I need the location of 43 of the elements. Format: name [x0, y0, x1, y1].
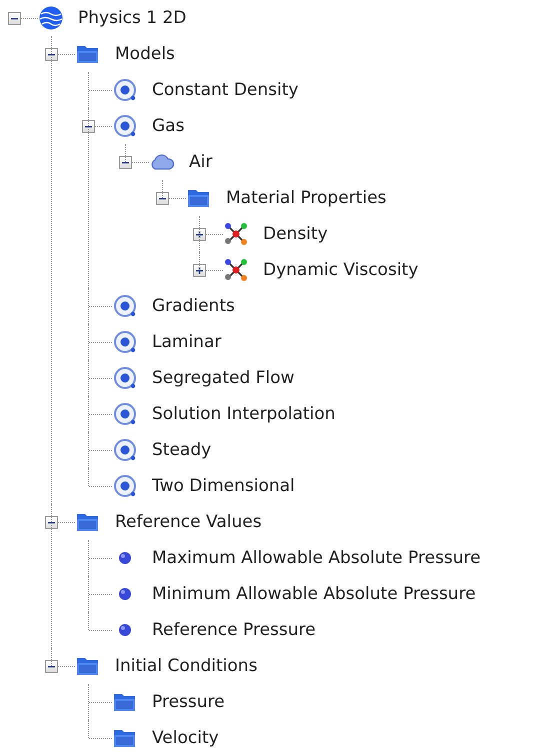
node-label[interactable]: Velocity: [152, 728, 219, 748]
expander-toggle[interactable]: [45, 660, 58, 672]
function-node-icon: [223, 257, 249, 283]
node-label[interactable]: Initial Conditions: [115, 656, 258, 676]
target-icon: [112, 401, 138, 427]
plus-icon: [195, 230, 204, 238]
target-icon: [112, 293, 138, 319]
node-label[interactable]: Constant Density: [152, 80, 298, 100]
target-icon: [112, 113, 138, 139]
expander-toggle[interactable]: [82, 120, 95, 132]
target-icon: [112, 77, 138, 103]
target-icon: [112, 329, 138, 355]
node-label[interactable]: Solution Interpolation: [152, 404, 336, 424]
node-label[interactable]: Two Dimensional: [152, 476, 295, 496]
expander-toggle[interactable]: [156, 192, 169, 204]
node-label[interactable]: Density: [263, 224, 328, 244]
expander-toggle[interactable]: [119, 156, 132, 168]
node-label[interactable]: Laminar: [152, 332, 222, 352]
globe-icon: [38, 5, 64, 31]
node-label[interactable]: Dynamic Viscosity: [263, 260, 418, 280]
node-label[interactable]: Gas: [152, 116, 184, 136]
expander-toggle[interactable]: [45, 48, 58, 60]
target-icon: [112, 437, 138, 463]
node-label[interactable]: Reference Pressure: [152, 620, 316, 640]
plus-icon: [195, 266, 204, 274]
node-label[interactable]: Steady: [152, 440, 212, 460]
expander-toggle[interactable]: [193, 264, 206, 276]
expander-toggle[interactable]: [193, 228, 206, 240]
node-label[interactable]: Reference Values: [115, 512, 262, 532]
node-label[interactable]: Gradients: [152, 296, 235, 316]
node-label[interactable]: Maximum Allowable Absolute Pressure: [152, 548, 481, 568]
node-label[interactable]: Air: [189, 152, 212, 172]
node-label[interactable]: Pressure: [152, 692, 225, 712]
expander-toggle[interactable]: [45, 516, 58, 528]
expander-toggle[interactable]: [8, 12, 21, 24]
node-label[interactable]: Segregated Flow: [152, 368, 294, 388]
node-label[interactable]: Physics 1 2D: [78, 8, 186, 28]
target-icon: [112, 365, 138, 391]
node-label[interactable]: Minimum Allowable Absolute Pressure: [152, 584, 476, 604]
node-label[interactable]: Material Properties: [226, 188, 386, 208]
function-node-icon: [223, 221, 249, 247]
node-label[interactable]: Models: [115, 44, 175, 64]
target-icon: [112, 473, 138, 499]
